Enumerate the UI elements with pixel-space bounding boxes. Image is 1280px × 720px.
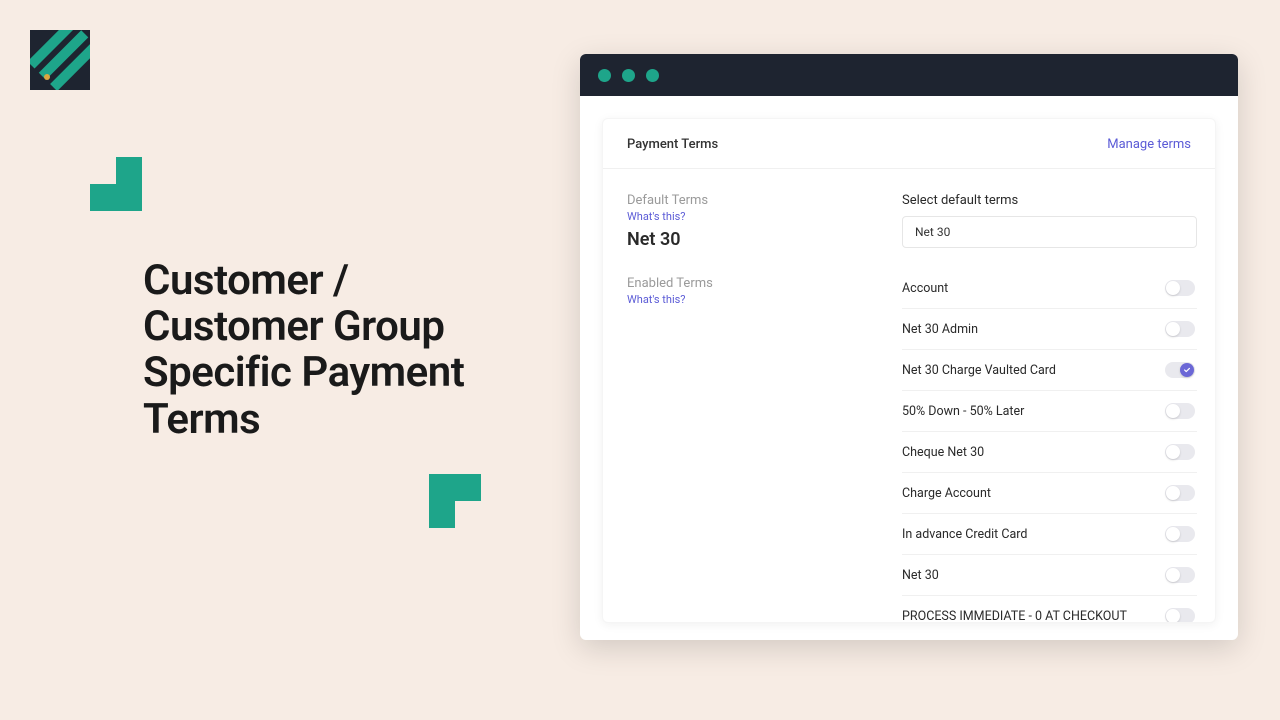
select-default-terms-label: Select default terms xyxy=(902,193,1197,208)
toggle-knob-icon xyxy=(1166,609,1180,623)
term-row: In advance Credit Card xyxy=(902,514,1197,555)
default-terms-block: Default Terms What's this? Net 30 xyxy=(627,193,892,250)
term-name-label: Net 30 Charge Vaulted Card xyxy=(902,363,1056,378)
toggle-knob-icon xyxy=(1166,527,1180,541)
term-toggle[interactable] xyxy=(1165,608,1195,623)
traffic-light-close-icon[interactable] xyxy=(598,69,611,82)
term-row: 50% Down - 50% Later xyxy=(902,391,1197,432)
terms-list: Account Net 30 Admin Net 30 Charge Vaulted… xyxy=(902,268,1197,623)
term-toggle[interactable] xyxy=(1165,485,1195,501)
titlebar xyxy=(580,54,1238,96)
term-name-label: Net 30 Admin xyxy=(902,322,978,337)
term-row: Cheque Net 30 xyxy=(902,432,1197,473)
traffic-light-zoom-icon[interactable] xyxy=(646,69,659,82)
term-toggle[interactable] xyxy=(1165,444,1195,460)
default-terms-value: Net 30 xyxy=(627,229,892,250)
toggle-knob-icon xyxy=(1166,404,1180,418)
toggle-knob-icon xyxy=(1166,445,1180,459)
enabled-terms-label: Enabled Terms xyxy=(627,276,892,291)
term-name-label: In advance Credit Card xyxy=(902,527,1027,542)
term-name-label: Cheque Net 30 xyxy=(902,445,984,460)
term-name-label: Charge Account xyxy=(902,486,991,501)
term-row: Net 30 Admin xyxy=(902,309,1197,350)
decorative-shape-top xyxy=(90,157,142,211)
term-toggle[interactable] xyxy=(1165,362,1195,378)
panel-header: Payment Terms Manage terms xyxy=(603,119,1215,169)
term-toggle[interactable] xyxy=(1165,567,1195,583)
term-toggle[interactable] xyxy=(1165,526,1195,542)
term-row: Account xyxy=(902,268,1197,309)
payment-terms-panel: Payment Terms Manage terms Default Terms… xyxy=(602,118,1216,623)
whats-this-default-link[interactable]: What's this? xyxy=(627,210,892,223)
term-toggle[interactable] xyxy=(1165,403,1195,419)
term-row: Net 30 Charge Vaulted Card xyxy=(902,350,1197,391)
settings-window: Payment Terms Manage terms Default Terms… xyxy=(580,54,1238,640)
whats-this-enabled-link[interactable]: What's this? xyxy=(627,293,892,306)
term-name-label: 50% Down - 50% Later xyxy=(902,404,1024,419)
app-logo xyxy=(30,30,90,90)
decorative-shape-bottom xyxy=(429,474,481,528)
manage-terms-link[interactable]: Manage terms xyxy=(1107,137,1191,152)
toggle-knob-icon xyxy=(1166,568,1180,582)
page-title: Customer / Customer Group Specific Payme… xyxy=(143,258,523,443)
term-name-label: PROCESS IMMEDIATE - 0 AT CHECKOUT xyxy=(902,609,1127,624)
traffic-light-minimize-icon[interactable] xyxy=(622,69,635,82)
default-terms-select[interactable]: Net 30 xyxy=(902,216,1197,248)
enabled-terms-block: Enabled Terms What's this? xyxy=(627,276,892,306)
term-toggle[interactable] xyxy=(1165,280,1195,296)
term-row: Net 30 xyxy=(902,555,1197,596)
term-row: PROCESS IMMEDIATE - 0 AT CHECKOUT xyxy=(902,596,1197,623)
term-name-label: Account xyxy=(902,281,948,296)
term-name-label: Net 30 xyxy=(902,568,939,583)
term-toggle[interactable] xyxy=(1165,321,1195,337)
default-terms-label: Default Terms xyxy=(627,193,892,208)
toggle-knob-icon xyxy=(1166,486,1180,500)
toggle-knob-icon xyxy=(1166,281,1180,295)
check-icon xyxy=(1180,363,1194,377)
panel-title: Payment Terms xyxy=(627,137,718,152)
term-row: Charge Account xyxy=(902,473,1197,514)
toggle-knob-icon xyxy=(1166,322,1180,336)
